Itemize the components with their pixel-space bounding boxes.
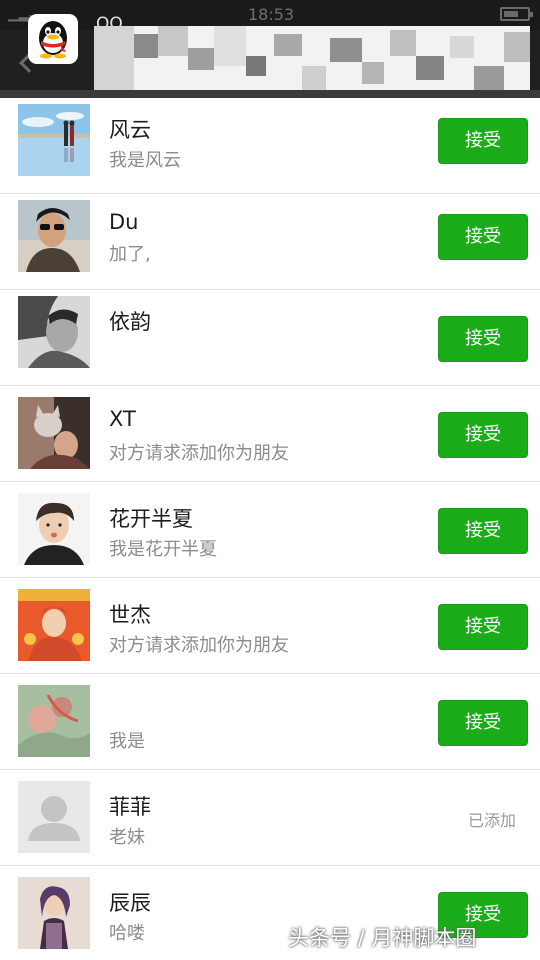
request-message: 我是花开半夏 [109, 539, 217, 560]
qq-logo [28, 14, 78, 64]
request-message: 加了, [109, 244, 151, 265]
accept-button[interactable]: 接受 [438, 214, 528, 260]
accept-button[interactable]: 接受 [438, 412, 528, 458]
list-item[interactable]: XT 对方请求添加你为朋友 接受 [0, 386, 540, 482]
contact-name: 风云 [109, 118, 151, 142]
contact-name: 菲菲 [109, 795, 151, 819]
accept-button[interactable]: 接受 [438, 700, 528, 746]
header-divider [0, 90, 540, 98]
request-message: 老妹 [109, 827, 145, 848]
girl-photo-avatar [18, 877, 90, 949]
accept-button[interactable]: 接受 [438, 118, 528, 164]
contact-name: XT [109, 407, 136, 431]
accept-button[interactable]: 接受 [438, 508, 528, 554]
status-time: 18:53 [248, 5, 295, 24]
new-year-avatar [18, 589, 90, 661]
request-message: 哈喽 [109, 923, 145, 944]
man-sunglasses-avatar [18, 200, 90, 272]
friend-request-list: 风云 我是风云 接受 Du 加了, 接受 依韵 接受 XT 对方请求添加你为朋友… [0, 98, 540, 960]
contact-name: 花开半夏 [109, 507, 193, 531]
request-message: 对方请求添加你为朋友 [109, 443, 289, 464]
list-item[interactable]: Du 加了, 接受 [0, 194, 540, 290]
accept-button[interactable]: 接受 [438, 316, 528, 362]
list-item[interactable]: 我是 接受 [0, 674, 540, 770]
added-status: 已添加 [468, 811, 517, 830]
request-message: 我是风云 [109, 150, 181, 171]
cat-photo-avatar [18, 397, 90, 469]
top-bar: ▁▂▃ 18:53 QQ [0, 0, 540, 98]
contact-name: 辰辰 [109, 891, 151, 915]
portrait-avatar [18, 296, 90, 368]
list-item[interactable]: 依韵 接受 [0, 290, 540, 386]
pixelated-title-redaction [94, 26, 530, 92]
contact-name: 世杰 [109, 603, 151, 627]
watermark-text: 头条号 / 月神脚本圈 [288, 926, 477, 950]
default-user-avatar [18, 781, 90, 853]
list-item[interactable]: 花开半夏 我是花开半夏 接受 [0, 482, 540, 578]
contact-name: Du [109, 210, 139, 234]
request-message: 我是 [109, 731, 145, 752]
boy-photo-avatar [18, 493, 90, 565]
request-message: 对方请求添加你为朋友 [109, 635, 289, 656]
list-item[interactable]: 风云 我是风云 接受 [0, 98, 540, 194]
painting-avatar [18, 685, 90, 757]
accept-button[interactable]: 接受 [438, 604, 528, 650]
landscape-avatar [18, 104, 90, 176]
contact-name: 依韵 [109, 310, 151, 334]
list-item[interactable]: 菲菲 老妹 已添加 [0, 770, 540, 866]
battery-icon [500, 7, 533, 21]
list-item[interactable]: 世杰 对方请求添加你为朋友 接受 [0, 578, 540, 674]
